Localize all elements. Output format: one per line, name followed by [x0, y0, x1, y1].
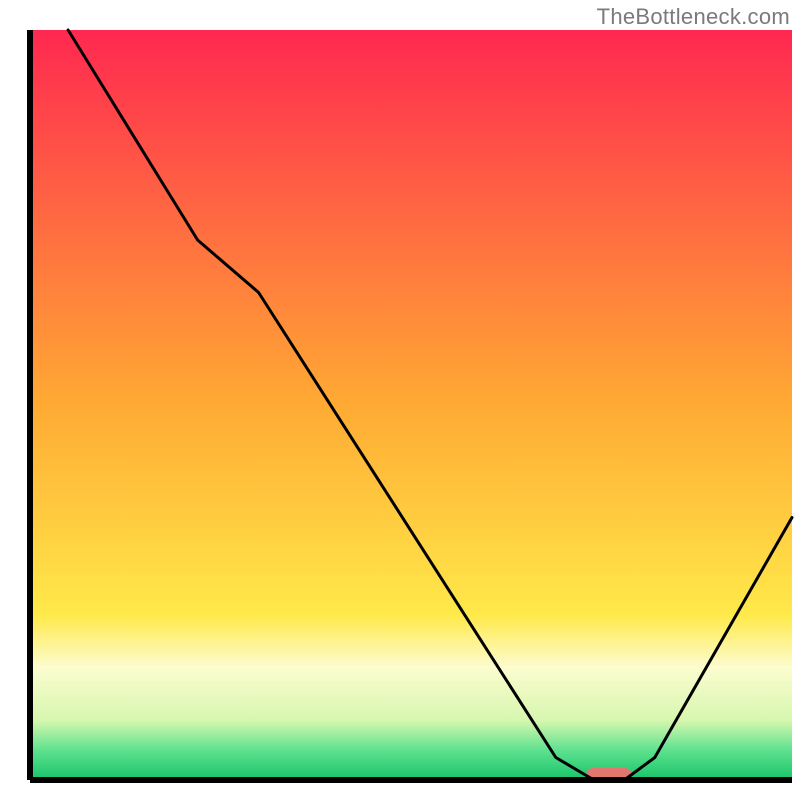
watermark-label: TheBottleneck.com	[597, 4, 790, 30]
chart-background	[30, 30, 792, 780]
chart-container: TheBottleneck.com	[0, 0, 800, 800]
bottleneck-chart	[0, 0, 800, 800]
